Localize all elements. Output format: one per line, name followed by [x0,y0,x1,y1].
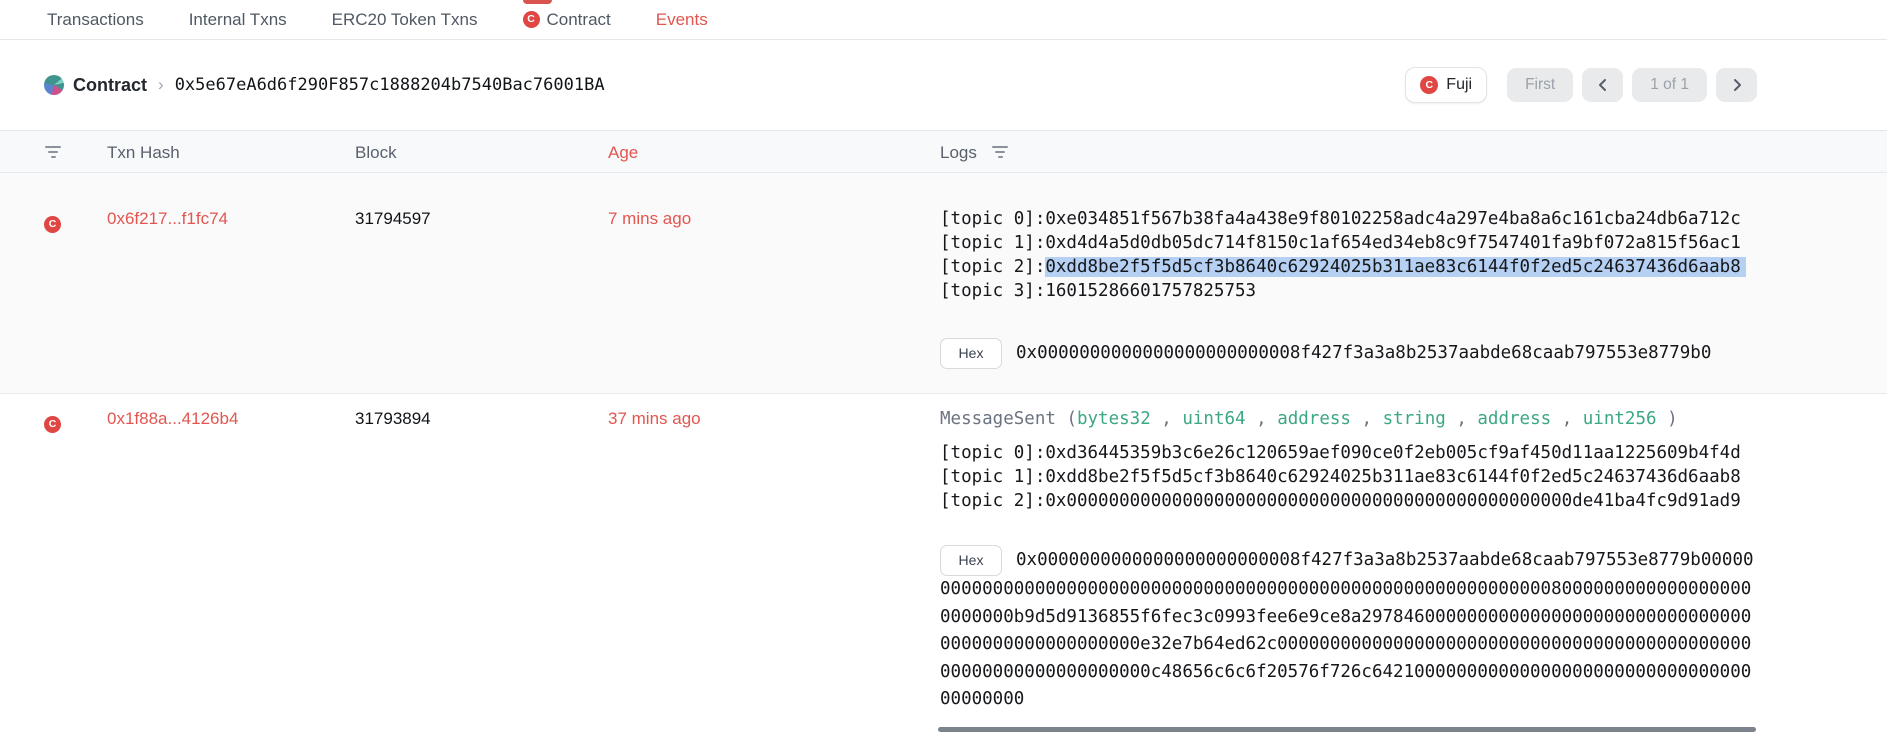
tab-transactions[interactable]: Transactions [47,10,144,30]
hex-section: Hex0x0000000000000000000000008f427f3a3a8… [940,545,1755,714]
open-paren: ( [1066,409,1077,429]
table-header: Txn Hash Block Age Logs [0,131,1887,172]
block-number: 31794597 [355,207,431,231]
page-indicator: 1 of 1 [1632,68,1707,102]
block-number: 31793894 [355,407,431,431]
topics-list: [topic 0]:0xd36445359b3c6e26c120659aef09… [940,441,1755,513]
first-page-button[interactable]: First [1507,68,1573,102]
tab-erc20-token-txns[interactable]: ERC20 Token Txns [332,10,478,30]
event-param-type: uint256 [1583,409,1657,429]
contract-header-bar: Contract › 0x5e67eA6d6f290F857c1888204b7… [0,40,1887,131]
param-separator: , [1351,409,1383,429]
topics-list: [topic 0]:0xe034851f567b38fa4a438e9f8010… [940,207,1755,303]
contract-log-icon: C [44,210,61,234]
table-row: C 0x6f217...f1fc74 31794597 7 mins ago [topi… [0,172,1887,393]
event-signature: MessageSent (bytes32 , uint64 , address … [940,407,1755,431]
txn-hash-link[interactable]: 0x6f217...f1fc74 [107,209,228,228]
tab-contract[interactable]: C Contract [523,10,611,30]
param-separator: , [1446,409,1478,429]
contract-log-icon: C [44,410,61,434]
contract-badge-icon: C [44,416,61,433]
hex-toggle-button[interactable]: Hex [940,545,1002,576]
events-table-body: C 0x6f217...f1fc74 31794597 7 mins ago [topi… [0,172,1887,732]
header-logs: Logs [940,143,977,163]
clipped-red-circle-fragment [523,0,552,4]
topic-label: [topic 0]: [940,443,1045,463]
hex-data: 0x0000000000000000000000008f427f3a3a8b25… [1016,343,1711,363]
topic-value-highlighted: 0xdd8be2f5f5d5cf3b8640c62924025b311ae83c… [1045,257,1745,277]
chevron-left-icon [1597,77,1609,93]
txn-hash-cell: 0x1f88a...4126b4 [107,407,238,431]
topic-line: [topic 2]:0x0000000000000000000000000000… [940,489,1755,513]
event-param-type: string [1383,409,1446,429]
contract-address: 0x5e67eA6d6f290F857c1888204b7540Bac76001… [175,75,605,95]
tab-label: Internal Txns [189,10,287,30]
event-param-type: uint64 [1182,409,1245,429]
chevron-right-icon [1731,77,1743,93]
logs-cell: [topic 0]:0xe034851f567b38fa4a438e9f8010… [940,207,1755,369]
age-text: 37 mins ago [608,407,701,431]
age-text: 7 mins ago [608,207,691,231]
topic-value: 0xd4d4a5d0db05dc714f8150c1af654ed34eb8c9… [1045,233,1740,253]
param-separator: , [1151,409,1183,429]
topic-line: [topic 1]:0xd4d4a5d0db05dc714f8150c1af65… [940,231,1755,255]
topic-value: 16015286601757825753 [1045,281,1256,301]
contract-tab-icon: C [523,11,540,28]
topic-line: [topic 3]:16015286601757825753 [940,279,1755,303]
tab-label: Contract [547,10,611,30]
contract-identicon [44,75,64,95]
topic-value: 0xd36445359b3c6e26c120659aef090ce0f2eb00… [1045,443,1740,463]
topic-label: [topic 2]: [940,491,1045,511]
tabs-bar: Transactions Internal Txns ERC20 Token Txn… [0,0,1887,40]
param-separator: , [1551,409,1583,429]
topic-label: [topic 0]: [940,209,1045,229]
tab-label: Events [656,10,708,30]
contract-badge-icon: C [44,216,61,233]
topic-value: 0xe034851f567b38fa4a438e9f80102258adc4a2… [1045,209,1740,229]
tab-internal-txns[interactable]: Internal Txns [189,10,287,30]
prev-page-button[interactable] [1582,68,1623,102]
events-page: Transactions Internal Txns ERC20 Token Txn… [0,0,1887,732]
filter-icon[interactable] [44,146,62,158]
topic-label: [topic 3]: [940,281,1045,301]
hex-section: Hex 0x0000000000000000000000008f427f3a3a8… [940,338,1755,369]
topic-line: [topic 1]:0xdd8be2f5f5d5cf3b8640c6292402… [940,465,1755,489]
next-page-button[interactable] [1716,68,1757,102]
topic-line: [topic 0]:0xd36445359b3c6e26c120659aef09… [940,441,1755,465]
logs-filter-icon[interactable] [991,146,1009,158]
tab-label: ERC20 Token Txns [332,10,478,30]
breadcrumb-section: Contract [73,75,147,96]
param-separator: ) [1657,409,1678,429]
topic-label: [topic 1]: [940,233,1045,253]
topic-label: [topic 2]: [940,257,1045,277]
logs-cell: MessageSent (bytes32 , uint64 , address … [940,407,1755,714]
param-separator: , [1246,409,1278,429]
header-age[interactable]: Age [608,143,638,163]
topic-line: [topic 0]:0xe034851f567b38fa4a438e9f8010… [940,207,1755,231]
tab-label: Transactions [47,10,144,30]
topic-value: 0x00000000000000000000000000000000000000… [1045,491,1740,511]
topic-line: [topic 2]:0xdd8be2f5f5d5cf3b8640c6292402… [940,255,1755,279]
topic-value: 0xdd8be2f5f5d5cf3b8640c62924025b311ae83c… [1045,467,1740,487]
header-txn-hash: Txn Hash [107,143,180,163]
hex-data: 0x0000000000000000000000008f427f3a3a8b25… [940,550,1754,709]
pager-controls: C Fuji First 1 of 1 [1405,67,1757,103]
topic-label: [topic 1]: [940,467,1045,487]
event-name: MessageSent [940,409,1066,429]
txn-hash-cell: 0x6f217...f1fc74 [107,207,228,231]
table-row: C 0x1f88a...4126b4 31793894 37 mins ago Mess… [0,393,1887,732]
chevron-right-separator-icon: › [156,75,166,95]
network-badge[interactable]: C Fuji [1405,67,1487,103]
event-param-type: address [1277,409,1351,429]
event-param-type: bytes32 [1077,409,1151,429]
network-badge-label: Fuji [1446,76,1472,94]
txn-hash-link[interactable]: 0x1f88a...4126b4 [107,409,238,428]
breadcrumb: Contract › 0x5e67eA6d6f290F857c1888204b7… [44,75,605,96]
tab-events[interactable]: Events [656,10,708,30]
header-block: Block [355,143,397,163]
event-param-type: address [1477,409,1551,429]
hex-horizontal-scrollbar-thumb[interactable] [938,727,1756,732]
contract-badge-icon: C [1420,76,1438,94]
hex-toggle-button[interactable]: Hex [940,338,1002,369]
